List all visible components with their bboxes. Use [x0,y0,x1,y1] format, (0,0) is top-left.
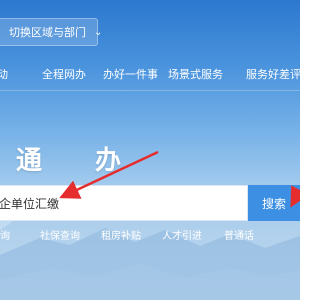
quick-link-social-security[interactable]: 社保查询 [40,228,80,246]
nav-item-online-service[interactable]: 全程网办 [42,65,86,85]
search-button[interactable]: 搜索 [248,185,300,221]
hero-title: 通 办 [16,146,144,176]
region-switcher[interactable]: 切换区域与部门 ⌄ [0,18,102,46]
search-input[interactable] [0,187,241,219]
quick-links: 查询 社保查询 租房补贴 人才引进 普通话 [0,228,300,248]
page-stage: 切换区域与部门 ⌄ 互动 全程网办 办好一件事 场景式服务 服务好差评 通 办 … [0,0,300,300]
nav-divider [0,90,300,91]
main-nav: 互动 全程网办 办好一件事 场景式服务 服务好差评 [0,65,300,89]
nav-item-interaction[interactable]: 互动 [0,65,8,85]
search-box [0,185,248,221]
quick-link-query[interactable]: 查询 [0,228,10,246]
nav-item-service-rating[interactable]: 服务好差评 [246,65,300,85]
region-switcher-label: 切换区域与部门 [9,26,86,39]
nav-item-one-thing[interactable]: 办好一件事 [103,65,158,85]
quick-link-rent-subsidy[interactable]: 租房补贴 [101,228,141,246]
chevron-down-icon: ⌄ [94,26,103,38]
quick-link-talent[interactable]: 人才引进 [162,228,202,246]
quick-link-mandarin[interactable]: 普通话 [224,228,254,246]
nav-item-scenario-service[interactable]: 场景式服务 [168,65,223,85]
